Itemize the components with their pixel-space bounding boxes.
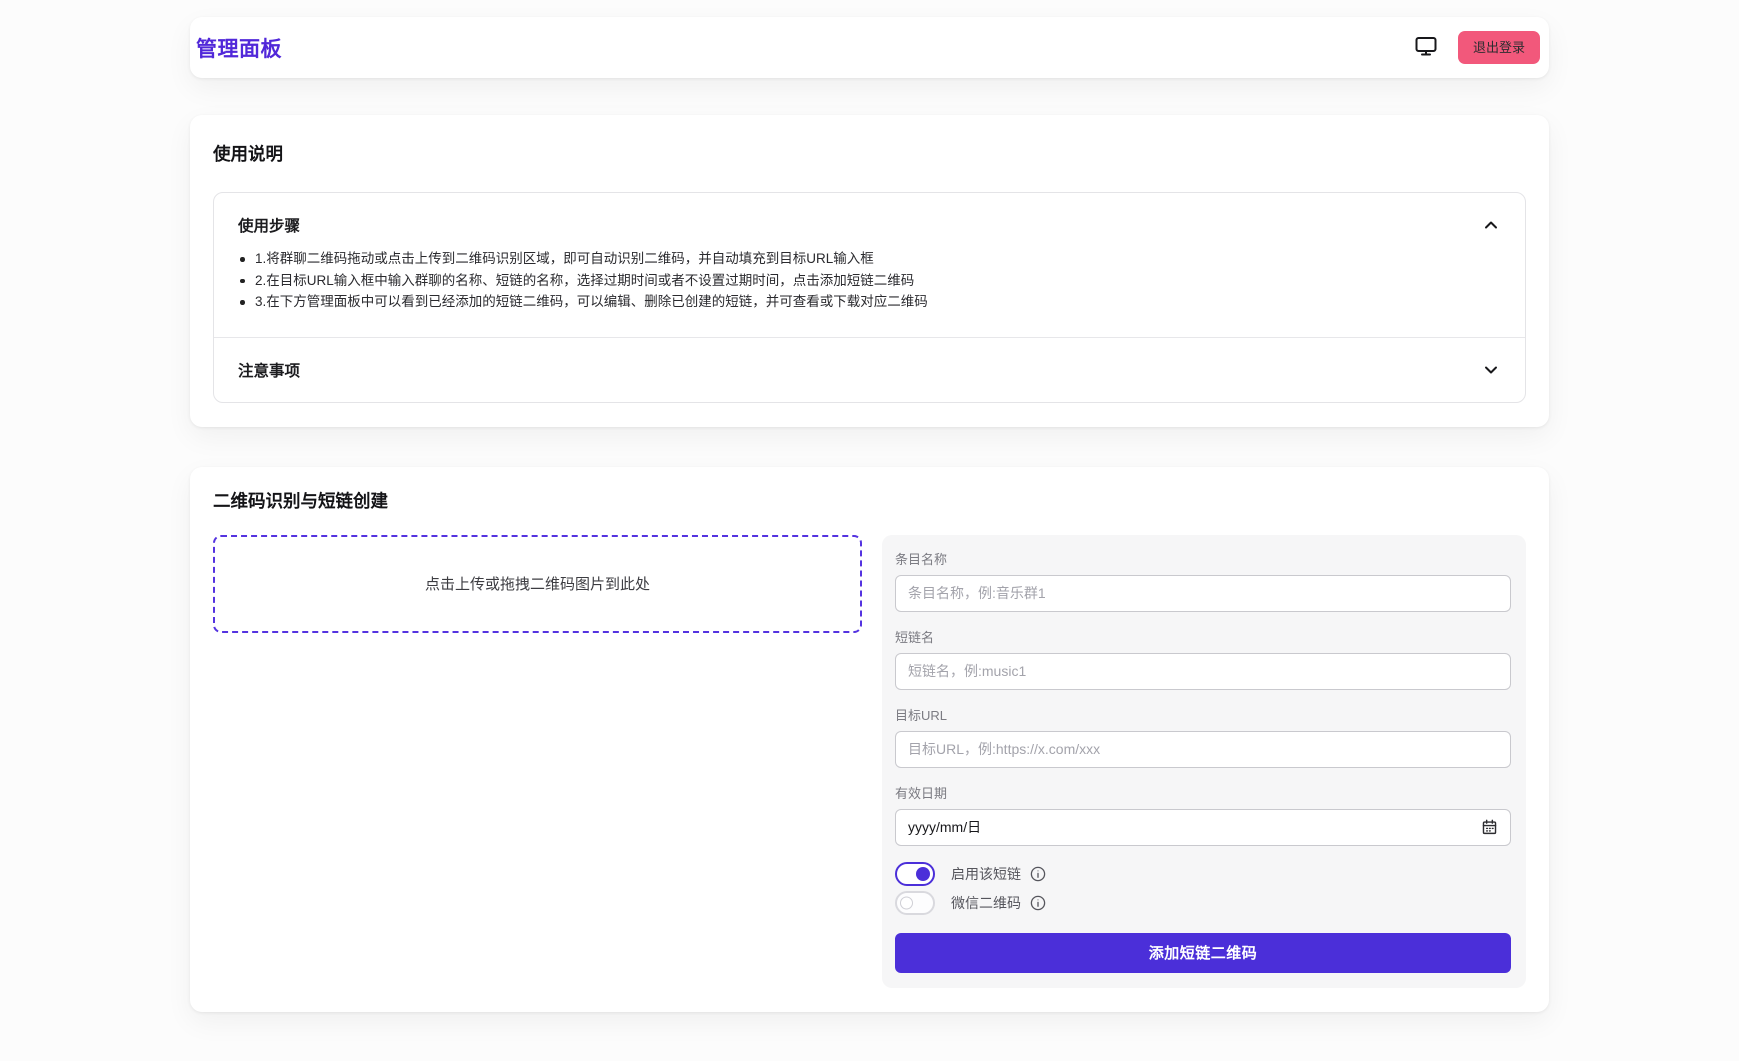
info-icon[interactable]	[1030, 866, 1046, 882]
logout-button[interactable]: 退出登录	[1458, 31, 1540, 64]
monitor-button[interactable]	[1411, 33, 1441, 63]
slug-input[interactable]	[895, 653, 1511, 690]
qr-shortlink-card: 二维码识别与短链创建 点击上传或拖拽二维码图片到此处 条目名称 短链名 目标UR…	[190, 467, 1549, 1012]
add-shortlink-button[interactable]: 添加短链二维码	[895, 933, 1511, 973]
toggle-knob	[916, 867, 930, 881]
enable-shortlink-toggle[interactable]	[895, 862, 935, 886]
instructions-accordion: 使用步骤 1.将群聊二维码拖动或点击上传到二维码识别区域，即可自动识别二维码，并…	[213, 192, 1526, 403]
expiry-field-group: 有效日期	[895, 785, 1511, 846]
accordion-item-notes: 注意事项	[214, 337, 1525, 402]
top-bar: 管理面板 退出登录	[190, 17, 1549, 78]
chevron-up-icon	[1481, 215, 1501, 235]
chevron-down-icon	[1481, 360, 1501, 380]
app-title: 管理面板	[196, 33, 282, 63]
target-url-label: 目标URL	[895, 707, 1511, 725]
target-url-input[interactable]	[895, 731, 1511, 768]
entry-name-input[interactable]	[895, 575, 1511, 612]
toggle-knob	[900, 896, 913, 909]
entry-name-label: 条目名称	[895, 551, 1511, 569]
expiry-label: 有效日期	[895, 785, 1511, 803]
page: 管理面板 退出登录 使用说明 使用步骤	[190, 17, 1549, 1012]
info-icon[interactable]	[1030, 895, 1046, 911]
instructions-card: 使用说明 使用步骤 1.将群聊二维码拖动或点击上传到二维码识别区域，即可自动识别…	[190, 115, 1549, 427]
steps-list: 1.将群聊二维码拖动或点击上传到二维码识别区域，即可自动识别二维码，并自动填充到…	[214, 248, 1525, 337]
qr-section-title: 二维码识别与短链创建	[213, 488, 1526, 513]
enable-toggle-label: 启用该短链	[951, 864, 1021, 884]
step-item: 1.将群聊二维码拖动或点击上传到二维码识别区域，即可自动识别二维码，并自动填充到…	[238, 248, 1501, 270]
notes-title: 注意事项	[238, 359, 300, 381]
notes-accordion-header[interactable]: 注意事项	[214, 338, 1525, 402]
target-url-field-group: 目标URL	[895, 707, 1511, 768]
slug-field-group: 短链名	[895, 629, 1511, 690]
monitor-icon	[1414, 34, 1438, 61]
step-item: 3.在下方管理面板中可以看到已经添加的短链二维码，可以编辑、删除已创建的短链，并…	[238, 291, 1501, 313]
expiry-date-wrap	[895, 809, 1511, 846]
steps-accordion-header[interactable]: 使用步骤	[214, 193, 1525, 236]
expiry-date-input[interactable]	[895, 809, 1511, 846]
wechat-toggle-row: 微信二维码	[895, 891, 1511, 915]
upload-dropzone[interactable]: 点击上传或拖拽二维码图片到此处	[213, 535, 862, 633]
slug-label: 短链名	[895, 629, 1511, 647]
accordion-item-steps: 使用步骤 1.将群聊二维码拖动或点击上传到二维码识别区域，即可自动识别二维码，并…	[214, 193, 1525, 337]
step-item: 2.在目标URL输入框中输入群聊的名称、短链的名称，选择过期时间或者不设置过期时…	[238, 270, 1501, 292]
wechat-qr-toggle[interactable]	[895, 891, 935, 915]
steps-title: 使用步骤	[238, 214, 300, 236]
upload-hint: 点击上传或拖拽二维码图片到此处	[425, 573, 650, 594]
qr-workspace: 点击上传或拖拽二维码图片到此处 条目名称 短链名 目标URL 有效日期	[213, 535, 1526, 988]
wechat-toggle-label: 微信二维码	[951, 893, 1021, 913]
enable-toggle-row: 启用该短链	[895, 862, 1511, 886]
entry-name-field-group: 条目名称	[895, 551, 1511, 612]
instructions-section-title: 使用说明	[213, 141, 1526, 166]
shortlink-form: 条目名称 短链名 目标URL 有效日期	[882, 535, 1526, 988]
